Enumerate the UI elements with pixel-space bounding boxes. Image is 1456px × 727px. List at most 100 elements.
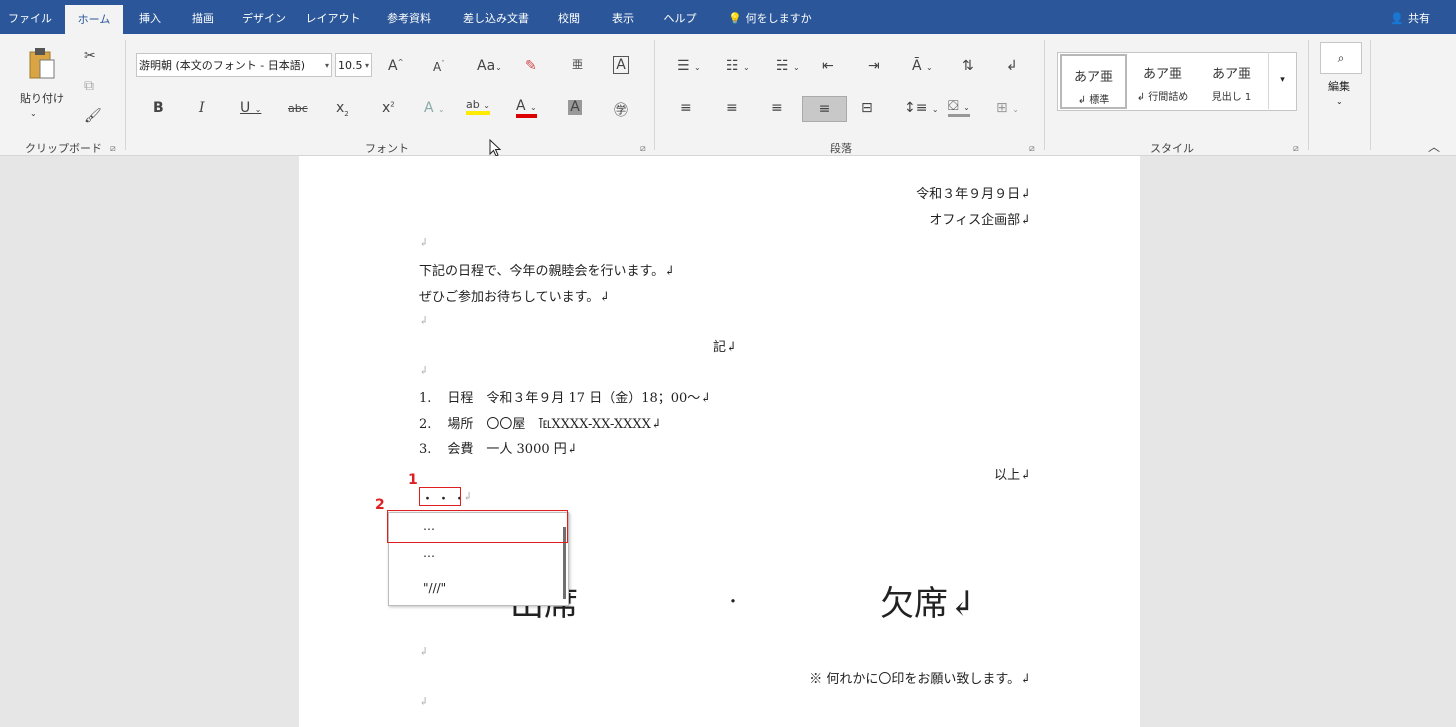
text-effects-icon[interactable]: A ⌄ [424,100,445,116]
list-item: 2. 場所 〇〇屋 ℡XXXX-XX-XXXX↲ [419,417,662,432]
person-icon: 👤 [1390,12,1404,25]
styles-more-button[interactable]: ▾ [1268,52,1296,109]
tab-insert[interactable]: 挿入 [130,0,170,34]
styles-group-label: スタイル [1150,142,1194,155]
tab-home[interactable]: ホーム [65,5,123,34]
search-icon[interactable]: ⌕ [1320,42,1362,74]
decrease-indent-icon[interactable]: ⇤ [822,58,834,74]
styles-gallery: あア亜 ↲ 標準 あア亜 ↲ 行間詰め あア亜 見出し 1 [1057,52,1297,111]
highlight-box-2 [387,510,568,543]
lightbulb-icon: 💡 [728,12,743,25]
tab-references[interactable]: 参考資料 [378,0,440,34]
clipboard-group-label: クリップボード [25,142,102,155]
doc-paragraph-2: ぜひご参加お待ちしています。↲ [419,290,611,305]
multilevel-list-icon[interactable]: ☵ ⌄ [776,58,800,74]
dialog-launcher-icon[interactable]: ⧄ [640,144,646,154]
enclose-char-icon[interactable]: ㊫ [614,100,628,120]
doc-department: オフィス企画部↲ [929,213,1031,228]
tab-review[interactable]: 校閲 [552,0,586,34]
dialog-launcher-icon[interactable]: ⧄ [110,144,116,154]
strikethrough-icon[interactable]: abc [288,102,308,115]
chevron-down-icon: ▾ [1280,75,1285,85]
autocorrect-option[interactable]: ⋯ [423,549,435,563]
format-painter-icon[interactable]: 🖌 [84,108,102,124]
paragraph-mark: ↲ [419,695,429,708]
highlight-box-1 [419,487,461,506]
borders-icon[interactable]: ⊞ ⌄ [996,100,1019,116]
numbering-icon[interactable]: ☷ ⌄ [726,58,750,74]
tell-me-box[interactable]: 💡 何をしますか [720,0,820,34]
subscript-icon[interactable]: x2 [336,100,349,118]
font-size-box[interactable]: 10.5 ▾ [335,53,372,77]
grow-font-icon[interactable]: A^ [388,58,403,74]
align-center-icon[interactable]: ≡ [726,100,738,116]
chevron-down-icon: ▾ [324,61,329,70]
paragraph-mark: ↲ [419,314,429,327]
doc-ki: 記↲ [713,340,737,355]
dialog-launcher-icon[interactable]: ⧄ [1029,144,1035,154]
highlight-icon[interactable]: ab ⌄ [466,98,490,115]
tab-view[interactable]: 表示 [606,0,640,34]
style-no-spacing[interactable]: あア亜 ↲ 行間詰め [1129,53,1196,108]
share-button[interactable]: 👤 共有 [1390,0,1430,34]
ribbon: 貼り付け ⌄ ✂ ⧉ 🖌 クリップボード ⧄ 游明朝 (本文のフォント - 日本語… [0,34,1456,156]
annotation-number-1: 1 [408,472,418,488]
cut-icon[interactable]: ✂ [84,48,96,64]
style-heading-1[interactable]: あア亜 見出し 1 [1198,53,1265,108]
tab-design[interactable]: デザイン [237,0,291,34]
list-item: 3. 会費 一人 3000 円↲ [419,442,578,457]
show-marks-icon[interactable]: ↲ [1006,58,1018,74]
paragraph-mark: ↲ [419,364,429,377]
paragraph-mark: ↲ [463,490,473,503]
font-name-box[interactable]: 游明朝 (本文のフォント - 日本語) ▾ [136,53,332,77]
bold-icon[interactable]: B [153,100,164,116]
italic-icon[interactable]: I [199,100,205,116]
distributed-icon[interactable]: ⊟ [861,100,873,116]
change-case-icon[interactable]: Aa⌄ [477,58,502,74]
char-spacing-icon[interactable]: Ā ⌄ [912,58,933,74]
shrink-font-icon[interactable]: Aˇ [433,60,445,74]
tab-layout[interactable]: レイアウト [304,0,362,34]
doc-date: 令和３年９月９日↲ [916,187,1031,202]
paste-icon[interactable] [28,46,56,80]
editing-button[interactable]: 編集 ⌄ [1328,78,1350,107]
tab-draw[interactable]: 描画 [183,0,223,34]
underline-icon[interactable]: U ⌄ [240,100,261,116]
bullets-icon[interactable]: ☰ ⌄ [677,58,701,74]
phonetic-guide-icon[interactable]: 亜 [572,56,583,72]
collapse-ribbon-icon[interactable]: ︿ [1428,138,1440,155]
line-spacing-icon[interactable]: ↕≡ ⌄ [904,100,939,116]
style-normal[interactable]: あア亜 ↲ 標準 [1060,54,1127,109]
tab-file[interactable]: ファイル [6,0,54,34]
paragraph-mark: ↲ [419,645,429,658]
autocorrect-option[interactable]: "///" [423,581,446,595]
sort-icon[interactable]: ⇅ [962,58,974,74]
list-item: 1. 日程 令和３年９月 17 日（金）18；00〜↲ [419,391,712,406]
font-color-icon[interactable]: A ⌄ [516,98,537,118]
superscript-icon[interactable]: x2 [382,100,395,116]
paste-button[interactable]: 貼り付け ⌄ [20,90,64,119]
increase-indent-icon[interactable]: ⇥ [868,58,880,74]
doc-note: ※ 何れかに〇印をお願い致します。↲ [809,672,1031,687]
copy-icon[interactable]: ⧉ [84,78,94,94]
justify-icon[interactable]: ≡ [802,96,847,122]
annotation-number-2: 2 [375,497,385,513]
font-group-label: フォント [365,142,409,155]
chevron-down-icon: ▾ [364,61,369,70]
doc-attend-dot: ・ [725,592,742,611]
doc-ijou: 以上↲ [994,468,1031,483]
paragraph-mark: ↲ [419,236,429,249]
doc-attend-right: 欠席↲ [880,584,977,624]
char-shading-icon[interactable]: A [568,100,582,115]
ribbon-tab-bar: ファイル ホーム 挿入 描画 デザイン レイアウト 参考資料 差し込み文書 校閲… [0,0,1456,34]
doc-paragraph-1: 下記の日程で、今年の親睦会を行います。↲ [419,264,676,279]
tab-help[interactable]: ヘルプ [658,0,702,34]
align-left-icon[interactable]: ≡ [680,100,692,116]
char-border-icon[interactable]: A [613,56,629,74]
tab-mailings[interactable]: 差し込み文書 [456,0,536,34]
align-right-icon[interactable]: ≡ [771,100,783,116]
dialog-launcher-icon[interactable]: ⧄ [1293,144,1299,154]
paragraph-group-label: 段落 [830,142,852,155]
shading-icon[interactable]: ⛋ ⌄ [948,98,970,117]
clear-format-icon[interactable]: ✎ [525,58,537,74]
